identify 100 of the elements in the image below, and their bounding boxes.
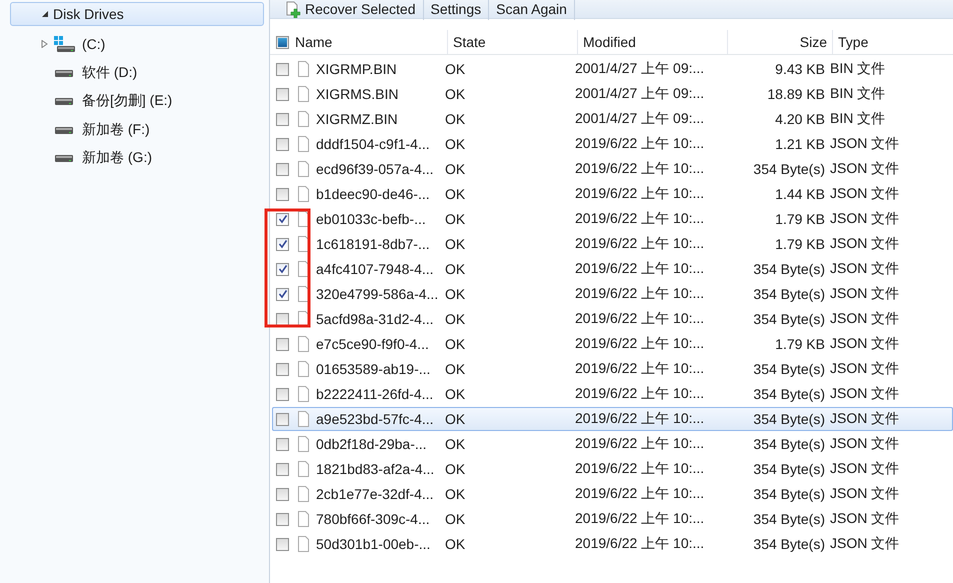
file-icon [298,360,310,378]
table-cell-text: 354 Byte(s) [752,311,826,327]
file-icon [298,136,310,152]
file-row[interactable]: 780bf66f-309c-4... OK 2019/6/22 上午 10:... 354 Byte(s) JSON 文件 [272,507,953,531]
drive-item[interactable]: 新加卷 (G:) [82,149,152,168]
file-icon [298,160,310,178]
table-cell-text: 2001/4/27 上午 09:... [575,85,706,103]
table-cell-text: OK [445,386,466,402]
checkbox[interactable] [276,112,289,126]
file-row[interactable]: a4fc4107-7948-4... OK 2019/6/22 上午 10:... 354 Byte(s) JSON 文件 [272,257,953,281]
checkbox[interactable] [276,512,289,526]
file-row[interactable]: b2222411-26fd-4... OK 2019/6/22 上午 10:... 354 Byte(s) JSON 文件 [272,382,953,406]
table-cell-text: 2001/4/27 上午 09:... [575,60,706,78]
checkbox[interactable] [276,488,289,500]
checkbox[interactable] [276,238,289,250]
file-row[interactable]: 01653589-ab19-... OK 2019/6/22 上午 10:... 354 Byte(s) JSON 文件 [272,357,953,381]
table-cell-text: JSON 文件 [830,235,900,253]
table-cell-text: 2019/6/22 上午 10:... [575,260,706,278]
checkbox[interactable] [276,62,289,76]
table-cell-text: JSON 文件 [830,360,900,378]
checkbox[interactable] [276,362,289,376]
checkbox[interactable] [276,88,289,100]
file-icon [298,60,310,78]
table-cell-text: b2222411-26fd-4... [315,386,434,402]
file-row[interactable]: 2cb1e77e-32df-4... OK 2019/6/22 上午 10:... 354 Byte(s) JSON 文件 [272,482,953,506]
column-header[interactable]: State [448,30,578,54]
check-icon [278,289,288,299]
table-cell-text: OK [445,136,466,152]
table-cell-text: JSON 文件 [830,435,900,453]
file-row[interactable]: dddf1504-c9f1-4... OK 2019/6/22 上午 10:... 1.21 KB JSON 文件 [272,132,953,156]
file-row[interactable]: a9e523bd-57fc-4... OK 2019/6/22 上午 10:... 354 Byte(s) JSON 文件 [272,407,953,431]
table-cell-text: JSON 文件 [830,310,900,328]
table-cell-text: b1deec90-de46-... [315,186,431,202]
file-icon [298,486,310,502]
check-icon [278,239,288,249]
tree-item[interactable]: Disk Drives [10,2,264,26]
file-row[interactable]: 0db2f18d-29ba-... OK 2019/6/22 上午 10:... 354 Byte(s) JSON 文件 [272,432,953,456]
file-row[interactable]: 1c618191-8db7-... OK 2019/6/22 上午 10:... 1.79 KB JSON 文件 [272,232,953,256]
drive-icon [54,96,74,106]
collapsed-triangle-icon[interactable] [40,40,48,48]
table-cell-text: JSON 文件 [830,185,900,203]
toolbar-button[interactable]: Settings [424,0,490,20]
file-row[interactable]: b1deec90-de46-... OK 2019/6/22 上午 10:... 1.44 KB JSON 文件 [272,182,953,206]
table-cell-text: OK [445,436,466,452]
column-header[interactable]: Size [728,30,833,54]
drive-item[interactable]: 新加卷 (F:) [82,120,150,139]
table-cell-text: XIGRMS.BIN [315,86,400,102]
file-icon [298,86,310,102]
checkbox[interactable] [276,212,289,226]
file-row[interactable]: 50d301b1-00eb-... OK 2019/6/22 上午 10:... 354 Byte(s) JSON 文件 [272,532,953,556]
file-row[interactable]: e7c5ce90-f9f0-4... OK 2019/6/22 上午 10:... 1.79 KB JSON 文件 [272,332,953,356]
checkbox[interactable] [276,538,289,550]
checkbox[interactable] [276,438,289,450]
check-icon [278,264,288,274]
column-header[interactable]: Type [833,30,923,54]
table-cell-text: 354 Byte(s) [752,161,826,177]
table-cell-text: 9.43 KB [774,61,826,77]
drive-item[interactable]: 备份[勿删] (E:) [82,92,172,110]
checkbox[interactable] [276,162,289,176]
check-icon [278,214,288,224]
column-header[interactable]: Name [295,30,448,54]
table-cell-text: OK [445,186,466,202]
table-cell-text: 2cb1e77e-32df-4... [315,486,435,502]
select-all-checkbox[interactable] [276,36,289,48]
table-cell-text: JSON 文件 [830,460,900,478]
checkbox[interactable] [276,462,289,476]
file-row[interactable]: 1821bd83-af2a-4... OK 2019/6/22 上午 10:... 354 Byte(s) JSON 文件 [272,457,953,481]
file-icon [298,410,310,428]
file-row[interactable]: ecd96f39-057a-4... OK 2019/6/22 上午 10:... 354 Byte(s) JSON 文件 [272,157,953,181]
file-row[interactable]: XIGRMP.BIN OK 2001/4/27 上午 09:... 9.43 KB BIN 文件 [272,57,953,81]
table-cell-text: 2019/6/22 上午 10:... [575,285,706,303]
file-row[interactable]: 320e4799-586a-4... OK 2019/6/22 上午 10:... 354 Byte(s) JSON 文件 [272,282,953,306]
table-cell-text: OK [445,536,466,552]
checkbox[interactable] [276,338,289,350]
file-icon [298,286,310,302]
checkbox[interactable] [276,138,289,150]
table-cell-text: OK [445,261,466,277]
drive-item[interactable]: 软件 (D:) [82,64,138,82]
toolbar-button[interactable]: Scan Again [489,0,575,20]
table-cell-text: 780bf66f-309c-4... [315,511,431,527]
checkbox[interactable] [276,188,289,200]
table-cell-text: 2019/6/22 上午 10:... [575,310,706,328]
file-row[interactable]: 5acfd98a-31d2-4... OK 2019/6/22 上午 10:... 354 Byte(s) JSON 文件 [272,307,953,331]
table-cell-text: ecd96f39-057a-4... [315,161,435,177]
toolbar-button[interactable]: Recover Selected [278,0,424,20]
checkbox[interactable] [276,388,289,400]
file-row[interactable]: eb01033c-befb-... OK 2019/6/22 上午 10:... 1.79 KB JSON 文件 [272,207,953,231]
table-cell-text: OK [445,461,466,477]
column-header[interactable]: Modified [578,30,728,54]
checkbox[interactable] [276,262,289,276]
table-cell-text: XIGRMP.BIN [315,61,398,77]
drive-item[interactable]: (C:) [82,36,106,52]
checkbox[interactable] [276,412,289,426]
file-row[interactable]: XIGRMZ.BIN OK 2001/4/27 上午 09:... 4.20 KB BIN 文件 [272,107,953,131]
table-cell-text: OK [445,161,466,177]
table-cell-text: 2019/6/22 上午 10:... [575,210,706,228]
table-cell-text: 2019/6/22 上午 10:... [575,360,706,378]
file-row[interactable]: XIGRMS.BIN OK 2001/4/27 上午 09:... 18.89 KB BIN 文件 [272,82,953,106]
checkbox[interactable] [276,288,289,300]
checkbox[interactable] [276,312,289,326]
